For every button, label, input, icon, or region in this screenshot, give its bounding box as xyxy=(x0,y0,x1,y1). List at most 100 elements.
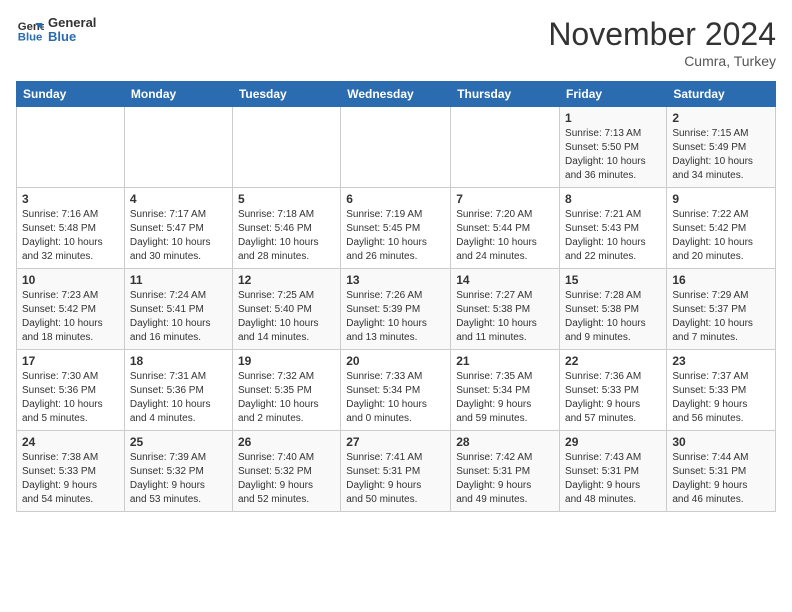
day-number: 15 xyxy=(565,273,661,287)
day-detail: Sunrise: 7:38 AM Sunset: 5:33 PM Dayligh… xyxy=(22,451,119,507)
calendar-cell xyxy=(451,107,560,188)
calendar-cell: 23 Sunrise: 7:37 AM Sunset: 5:33 PM Dayli… xyxy=(667,350,776,431)
day-detail: Sunrise: 7:42 AM Sunset: 5:31 PM Dayligh… xyxy=(456,451,554,507)
day-number: 28 xyxy=(456,435,554,449)
weekday-header-friday: Friday xyxy=(560,82,667,107)
day-number: 9 xyxy=(672,192,770,206)
day-detail: Sunrise: 7:30 AM Sunset: 5:36 PM Dayligh… xyxy=(22,370,119,426)
day-detail: Sunrise: 7:44 AM Sunset: 5:31 PM Dayligh… xyxy=(672,451,770,507)
page-title: November 2024 xyxy=(548,16,776,53)
weekday-header-sunday: Sunday xyxy=(17,82,125,107)
week-row-3: 10Sunrise: 7:23 AM Sunset: 5:42 PM Dayli… xyxy=(17,269,776,350)
day-detail: Sunrise: 7:13 AM Sunset: 5:50 PM Dayligh… xyxy=(565,127,661,183)
logo: General Blue General Blue xyxy=(16,16,96,45)
day-detail: Sunrise: 7:39 AM Sunset: 5:32 PM Dayligh… xyxy=(130,451,227,507)
day-detail: Sunrise: 7:29 AM Sunset: 5:37 PM Dayligh… xyxy=(672,289,770,345)
calendar-table: SundayMondayTuesdayWednesdayThursdayFrid… xyxy=(16,81,776,512)
day-number: 26 xyxy=(238,435,335,449)
weekday-header-thursday: Thursday xyxy=(451,82,560,107)
day-detail: Sunrise: 7:28 AM Sunset: 5:38 PM Dayligh… xyxy=(565,289,661,345)
day-number: 6 xyxy=(346,192,445,206)
calendar-cell: 18 Sunrise: 7:31 AM Sunset: 5:36 PM Dayli… xyxy=(124,350,232,431)
calendar-cell: 14 Sunrise: 7:27 AM Sunset: 5:38 PM Dayli… xyxy=(451,269,560,350)
calendar-cell: 16 Sunrise: 7:29 AM Sunset: 5:37 PM Dayli… xyxy=(667,269,776,350)
day-detail: Sunrise: 7:26 AM Sunset: 5:39 PM Dayligh… xyxy=(346,289,445,345)
day-number: 16 xyxy=(672,273,770,287)
calendar-cell: 8 Sunrise: 7:21 AM Sunset: 5:43 PM Daylig… xyxy=(560,188,667,269)
day-number: 12 xyxy=(238,273,335,287)
day-detail: Sunrise: 7:27 AM Sunset: 5:38 PM Dayligh… xyxy=(456,289,554,345)
calendar-cell: 6 Sunrise: 7:19 AM Sunset: 5:45 PM Daylig… xyxy=(341,188,451,269)
day-detail: Sunrise: 7:37 AM Sunset: 5:33 PM Dayligh… xyxy=(672,370,770,426)
logo-text: General Blue xyxy=(48,16,96,45)
day-detail: Sunrise: 7:17 AM Sunset: 5:47 PM Dayligh… xyxy=(130,208,227,264)
calendar-cell xyxy=(341,107,451,188)
calendar-cell: 10Sunrise: 7:23 AM Sunset: 5:42 PM Dayli… xyxy=(17,269,125,350)
day-detail: Sunrise: 7:21 AM Sunset: 5:43 PM Dayligh… xyxy=(565,208,661,264)
day-detail: Sunrise: 7:19 AM Sunset: 5:45 PM Dayligh… xyxy=(346,208,445,264)
day-number: 21 xyxy=(456,354,554,368)
calendar-cell: 11Sunrise: 7:24 AM Sunset: 5:41 PM Dayli… xyxy=(124,269,232,350)
day-number: 24 xyxy=(22,435,119,449)
day-number: 19 xyxy=(238,354,335,368)
day-detail: Sunrise: 7:35 AM Sunset: 5:34 PM Dayligh… xyxy=(456,370,554,426)
svg-text:Blue: Blue xyxy=(18,32,43,44)
page-header: General Blue General Blue November 2024 … xyxy=(16,16,776,69)
weekday-header-tuesday: Tuesday xyxy=(232,82,340,107)
calendar-cell: 17 Sunrise: 7:30 AM Sunset: 5:36 PM Dayli… xyxy=(17,350,125,431)
day-number: 23 xyxy=(672,354,770,368)
day-number: 7 xyxy=(456,192,554,206)
calendar-cell: 19 Sunrise: 7:32 AM Sunset: 5:35 PM Dayli… xyxy=(232,350,340,431)
calendar-cell: 15 Sunrise: 7:28 AM Sunset: 5:38 PM Dayli… xyxy=(560,269,667,350)
day-detail: Sunrise: 7:20 AM Sunset: 5:44 PM Dayligh… xyxy=(456,208,554,264)
calendar-cell xyxy=(232,107,340,188)
day-number: 25 xyxy=(130,435,227,449)
day-detail: Sunrise: 7:33 AM Sunset: 5:34 PM Dayligh… xyxy=(346,370,445,426)
calendar-cell: 1 Sunrise: 7:13 AM Sunset: 5:50 PM Daylig… xyxy=(560,107,667,188)
day-detail: Sunrise: 7:24 AM Sunset: 5:41 PM Dayligh… xyxy=(130,289,227,345)
calendar-cell: 30 Sunrise: 7:44 AM Sunset: 5:31 PM Dayli… xyxy=(667,431,776,512)
calendar-cell xyxy=(17,107,125,188)
day-detail: Sunrise: 7:36 AM Sunset: 5:33 PM Dayligh… xyxy=(565,370,661,426)
calendar-cell: 12 Sunrise: 7:25 AM Sunset: 5:40 PM Dayli… xyxy=(232,269,340,350)
day-number: 2 xyxy=(672,111,770,125)
day-number: 8 xyxy=(565,192,661,206)
calendar-cell: 21 Sunrise: 7:35 AM Sunset: 5:34 PM Dayli… xyxy=(451,350,560,431)
day-detail: Sunrise: 7:16 AM Sunset: 5:48 PM Dayligh… xyxy=(22,208,119,264)
calendar-cell: 3 Sunrise: 7:16 AM Sunset: 5:48 PM Daylig… xyxy=(17,188,125,269)
day-detail: Sunrise: 7:31 AM Sunset: 5:36 PM Dayligh… xyxy=(130,370,227,426)
day-number: 20 xyxy=(346,354,445,368)
week-row-2: 3 Sunrise: 7:16 AM Sunset: 5:48 PM Daylig… xyxy=(17,188,776,269)
weekday-header-row: SundayMondayTuesdayWednesdayThursdayFrid… xyxy=(17,82,776,107)
calendar-cell: 13Sunrise: 7:26 AM Sunset: 5:39 PM Dayli… xyxy=(341,269,451,350)
day-number: 14 xyxy=(456,273,554,287)
week-row-5: 24 Sunrise: 7:38 AM Sunset: 5:33 PM Dayli… xyxy=(17,431,776,512)
calendar-cell: 25 Sunrise: 7:39 AM Sunset: 5:32 PM Dayli… xyxy=(124,431,232,512)
calendar-cell: 9Sunrise: 7:22 AM Sunset: 5:42 PM Daylig… xyxy=(667,188,776,269)
week-row-1: 1 Sunrise: 7:13 AM Sunset: 5:50 PM Daylig… xyxy=(17,107,776,188)
calendar-cell: 5Sunrise: 7:18 AM Sunset: 5:46 PM Daylig… xyxy=(232,188,340,269)
day-number: 1 xyxy=(565,111,661,125)
day-detail: Sunrise: 7:25 AM Sunset: 5:40 PM Dayligh… xyxy=(238,289,335,345)
day-number: 30 xyxy=(672,435,770,449)
calendar-cell: 22 Sunrise: 7:36 AM Sunset: 5:33 PM Dayli… xyxy=(560,350,667,431)
day-number: 17 xyxy=(22,354,119,368)
calendar-cell: 27 Sunrise: 7:41 AM Sunset: 5:31 PM Dayli… xyxy=(341,431,451,512)
day-detail: Sunrise: 7:15 AM Sunset: 5:49 PM Dayligh… xyxy=(672,127,770,183)
logo-icon: General Blue xyxy=(16,16,44,44)
day-detail: Sunrise: 7:18 AM Sunset: 5:46 PM Dayligh… xyxy=(238,208,335,264)
week-row-4: 17 Sunrise: 7:30 AM Sunset: 5:36 PM Dayli… xyxy=(17,350,776,431)
day-number: 22 xyxy=(565,354,661,368)
weekday-header-saturday: Saturday xyxy=(667,82,776,107)
day-detail: Sunrise: 7:32 AM Sunset: 5:35 PM Dayligh… xyxy=(238,370,335,426)
day-number: 18 xyxy=(130,354,227,368)
logo-line1: General xyxy=(48,16,96,30)
day-number: 3 xyxy=(22,192,119,206)
calendar-cell: 2 Sunrise: 7:15 AM Sunset: 5:49 PM Daylig… xyxy=(667,107,776,188)
day-detail: Sunrise: 7:41 AM Sunset: 5:31 PM Dayligh… xyxy=(346,451,445,507)
title-block: November 2024 Cumra, Turkey xyxy=(548,16,776,69)
day-number: 27 xyxy=(346,435,445,449)
weekday-header-monday: Monday xyxy=(124,82,232,107)
calendar-cell xyxy=(124,107,232,188)
calendar-cell: 24 Sunrise: 7:38 AM Sunset: 5:33 PM Dayli… xyxy=(17,431,125,512)
